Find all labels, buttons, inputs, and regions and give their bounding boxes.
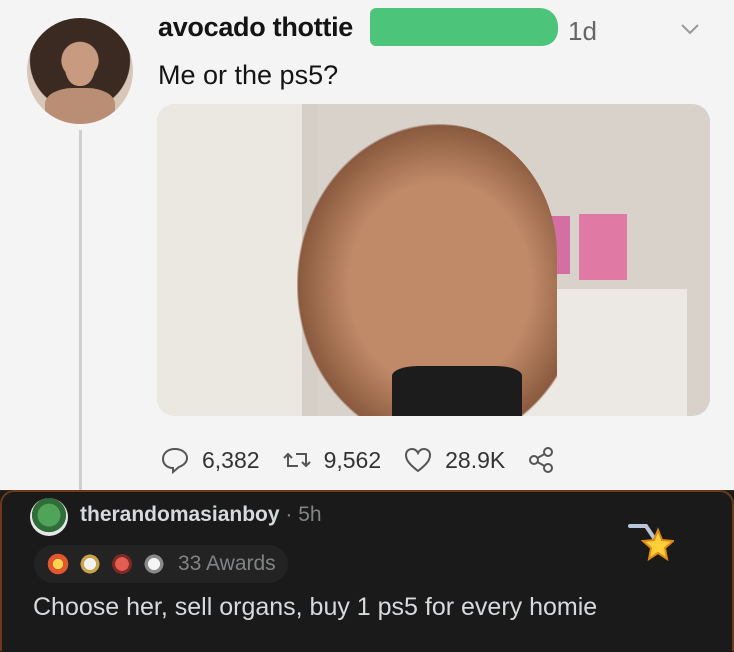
- commenter-avatar[interactable]: [30, 498, 68, 536]
- photo-shorts: [392, 366, 522, 416]
- tweet-time: 1d: [568, 16, 597, 46]
- like-count: 28.9K: [445, 446, 506, 473]
- tweet-actions: 6,382 9,562 28.9K: [160, 443, 555, 477]
- like-icon: [405, 447, 432, 473]
- tweet-author-name[interactable]: avocado thottie: [158, 12, 353, 43]
- award-icon[interactable]: [628, 522, 674, 568]
- avatar-shoulders: [45, 88, 115, 124]
- comment-separator: ·: [285, 503, 293, 526]
- comment-header: therandomasianboy · 5h: [80, 503, 322, 527]
- awards-count: 33 Awards: [178, 552, 276, 575]
- reply-icon: [161, 447, 189, 474]
- chevron-down-icon[interactable]: [680, 22, 700, 36]
- award-icon: [110, 552, 134, 576]
- reply-count: 6,382: [202, 446, 260, 473]
- retweet-icon: [282, 452, 311, 468]
- reply-button[interactable]: 6,382: [160, 446, 260, 474]
- award-icon: [78, 552, 102, 576]
- tweet: avocado thottie 1d Me or the ps5? 6,382 …: [0, 0, 734, 490]
- like-button[interactable]: 28.9K: [403, 446, 505, 474]
- photo-heart-frame: [579, 214, 627, 280]
- avatar-face: [65, 44, 95, 86]
- award-icon: [142, 552, 166, 576]
- tweet-author-avatar[interactable]: [27, 18, 133, 124]
- award-icon: [46, 552, 70, 576]
- awards-pill[interactable]: 33 Awards: [34, 545, 288, 583]
- retweet-count: 9,562: [323, 446, 382, 473]
- tweet-text: Me or the ps5?: [158, 60, 339, 90]
- photo-door: [157, 104, 302, 416]
- retweet-button[interactable]: 9,562: [282, 446, 382, 474]
- comment-time: 5h: [298, 503, 322, 526]
- redaction-mark: [370, 8, 558, 46]
- thread-line: [79, 130, 82, 490]
- comment-text: Choose her, sell organs, buy 1 ps5 for e…: [33, 593, 598, 621]
- comment-username[interactable]: therandomasianboy: [80, 503, 280, 526]
- tweet-media-photo[interactable]: [157, 104, 710, 416]
- share-icon[interactable]: [527, 446, 555, 474]
